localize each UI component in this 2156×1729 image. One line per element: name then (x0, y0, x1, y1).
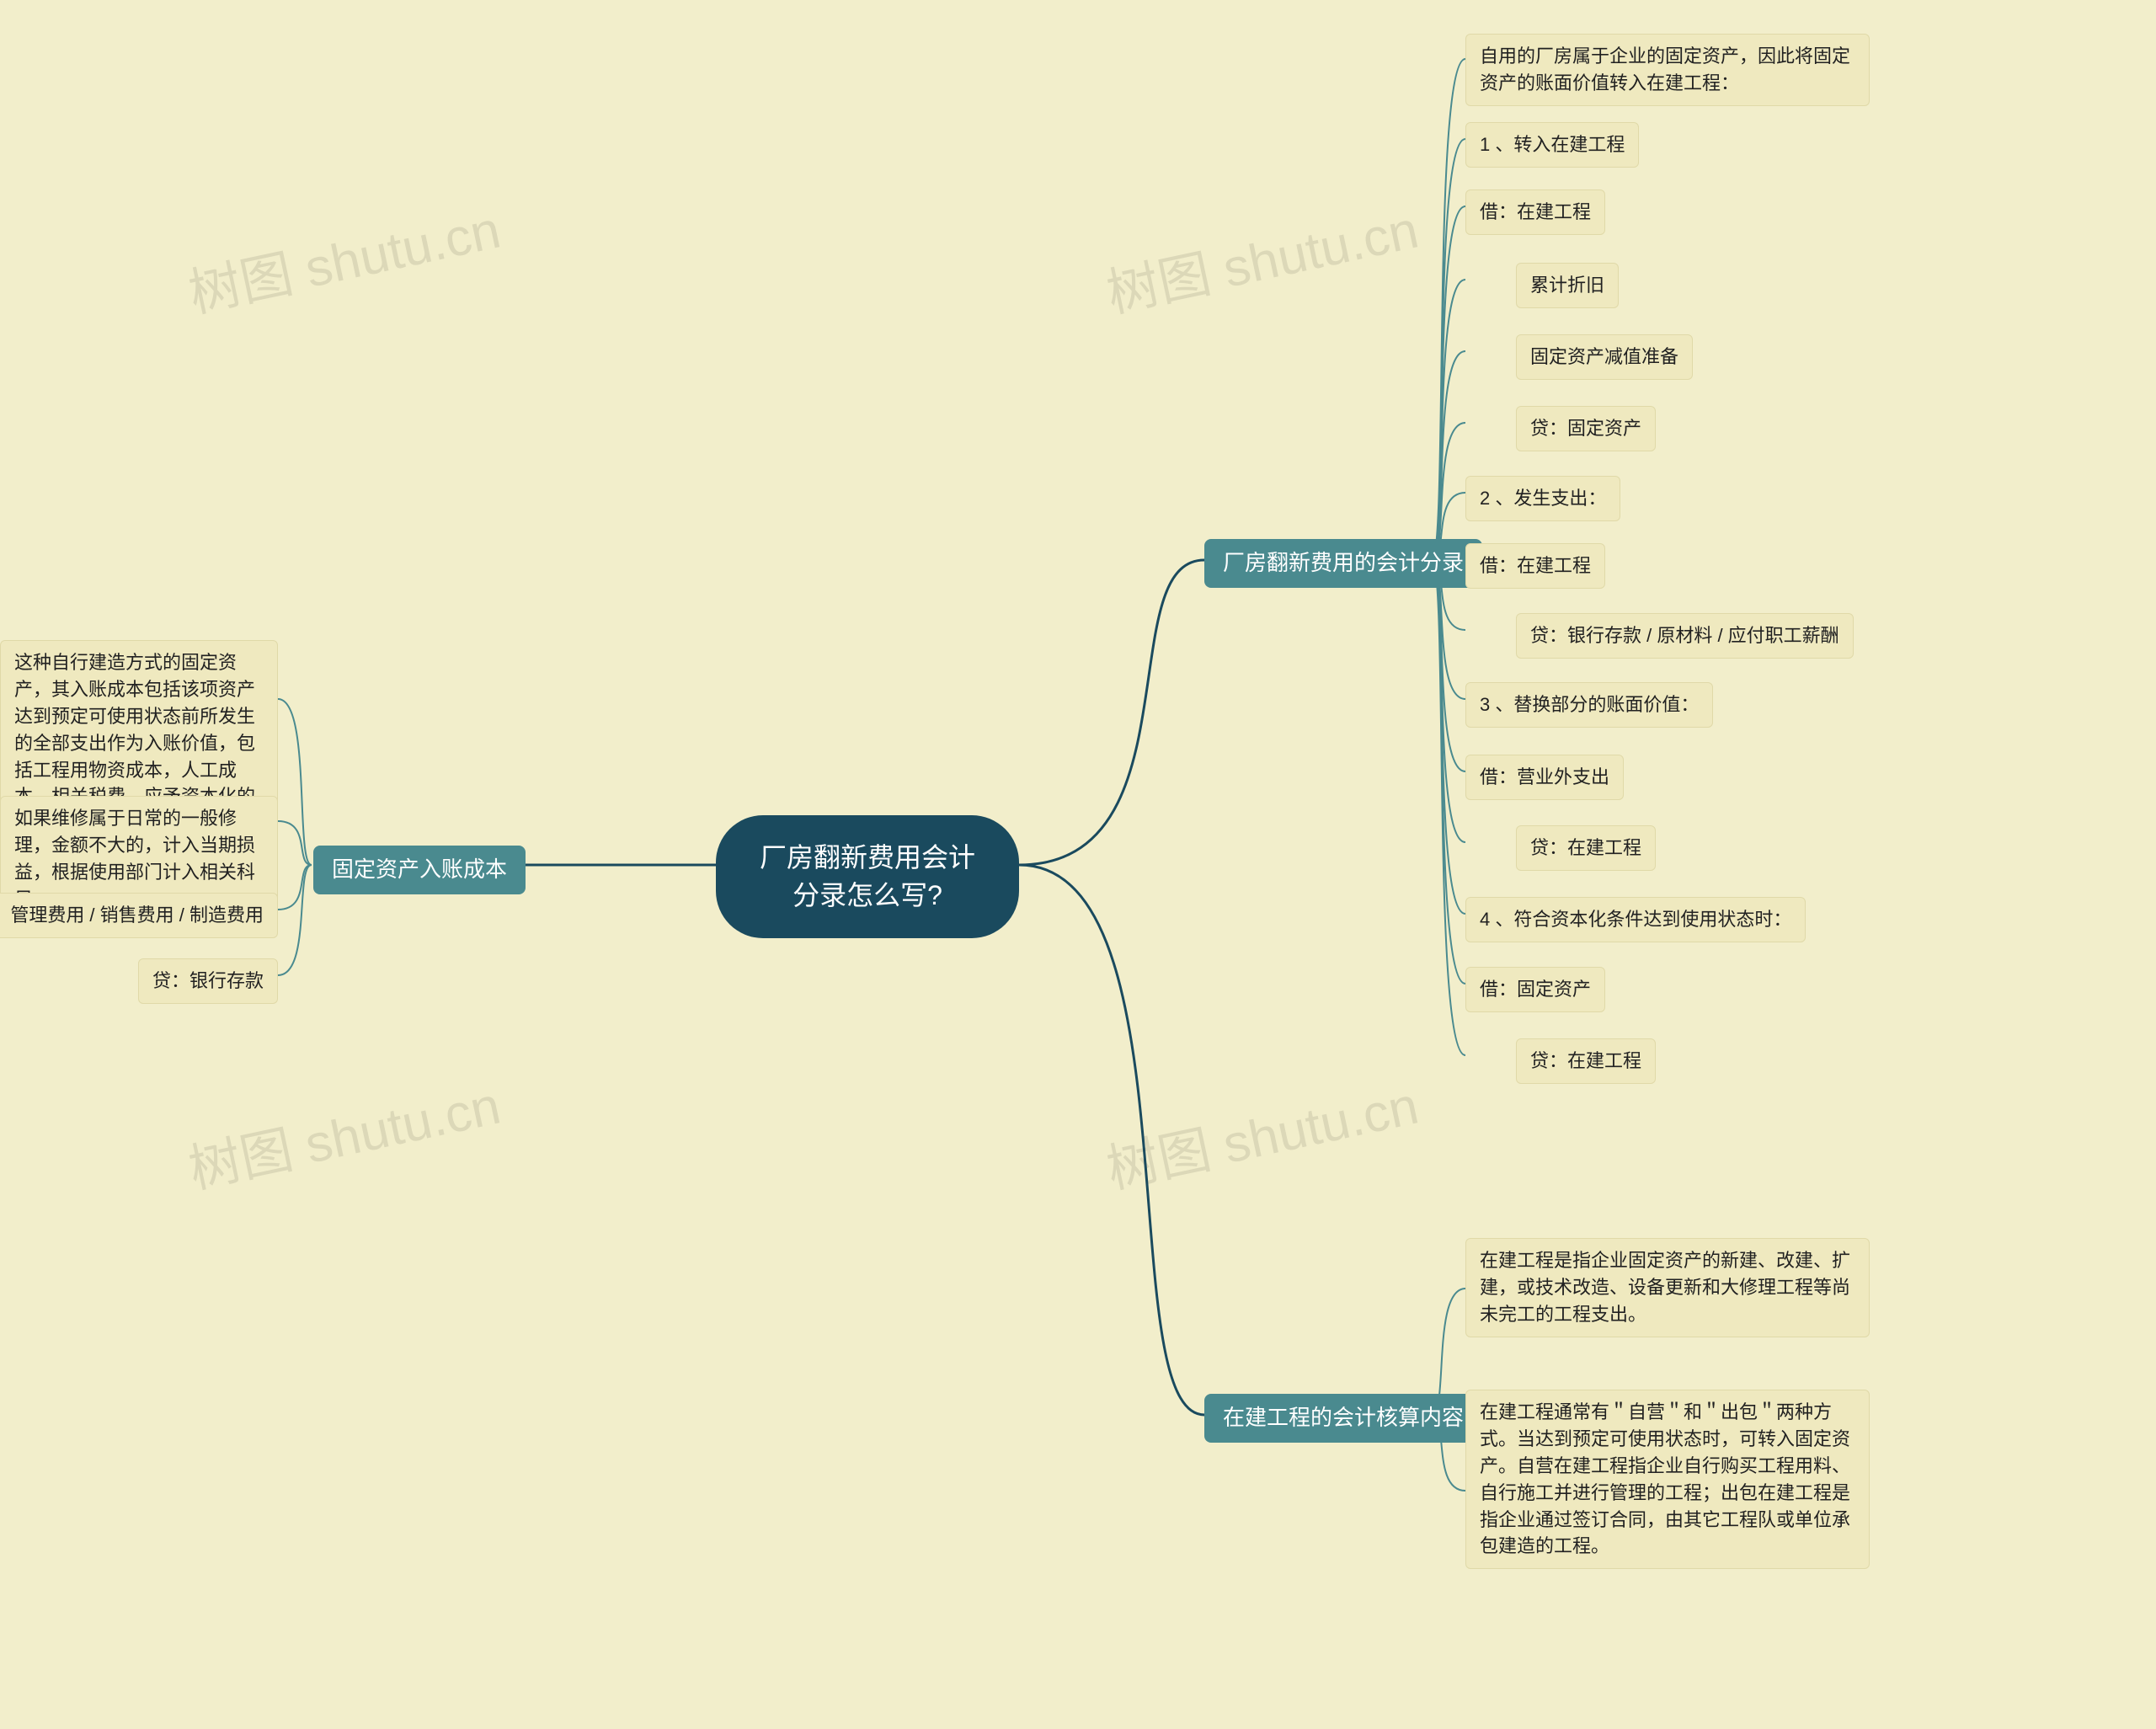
leaf-b1-08[interactable]: 借：在建工程 (1465, 543, 1605, 589)
leaf-text: 贷：在建工程 (1530, 1050, 1641, 1071)
leaf-text: 贷：固定资产 (1530, 418, 1641, 439)
root-title: 厂房翻新费用会计分录怎么写? (760, 842, 975, 910)
leaf-text: 4 、符合资本化条件达到使用状态时： (1480, 909, 1791, 930)
leaf-text: 3 、替换部分的账面价值： (1480, 694, 1699, 715)
leaf-b1-01[interactable]: 自用的厂房属于企业的固定资产，因此将固定资产的账面价值转入在建工程： (1465, 34, 1870, 106)
leaf-text: 借：在建工程 (1480, 555, 1591, 576)
leaf-text: 在建工程通常有＂自营＂和＂出包＂两种方式。当达到预定可使用状态时，可转入固定资产… (1480, 1401, 1850, 1556)
leaf-b1-09[interactable]: 贷：银行存款 / 原材料 / 应付职工薪酬 (1516, 613, 1854, 659)
leaf-b1-03[interactable]: 借：在建工程 (1465, 189, 1605, 235)
watermark: 树图 shutu.cn (1099, 1063, 1424, 1203)
leaf-b1-13[interactable]: 4 、符合资本化条件达到使用状态时： (1465, 897, 1806, 942)
watermark: 树图 shutu.cn (181, 187, 506, 327)
leaf-b3-03[interactable]: 借：管理费用 / 销售费用 / 制造费用 (0, 893, 278, 938)
leaf-b1-14[interactable]: 借：固定资产 (1465, 967, 1605, 1012)
leaf-text: 2 、发生支出： (1480, 488, 1606, 509)
watermark: 树图 shutu.cn (181, 1063, 506, 1203)
leaf-text: 借：管理费用 / 销售费用 / 制造费用 (0, 905, 264, 926)
leaf-b1-10[interactable]: 3 、替换部分的账面价值： (1465, 682, 1713, 728)
leaf-b2-02[interactable]: 在建工程通常有＂自营＂和＂出包＂两种方式。当达到预定可使用状态时，可转入固定资产… (1465, 1390, 1870, 1569)
branch-label: 固定资产入账成本 (332, 856, 507, 882)
leaf-b1-12[interactable]: 贷：在建工程 (1516, 825, 1656, 871)
leaf-text: 1 、转入在建工程 (1480, 134, 1625, 155)
leaf-b2-01[interactable]: 在建工程是指企业固定资产的新建、改建、扩建，或技术改造、设备更新和大修理工程等尚… (1465, 1238, 1870, 1337)
branch-label: 在建工程的会计核算内容 (1223, 1405, 1464, 1430)
leaf-text: 贷：银行存款 (152, 970, 264, 991)
leaf-b3-04[interactable]: 贷：银行存款 (138, 958, 278, 1004)
leaf-text: 借：营业外支出 (1480, 766, 1609, 787)
leaf-text: 贷：银行存款 / 原材料 / 应付职工薪酬 (1530, 625, 1839, 646)
leaf-b1-02[interactable]: 1 、转入在建工程 (1465, 122, 1639, 168)
leaf-text: 累计折旧 (1530, 275, 1604, 296)
leaf-b1-11[interactable]: 借：营业外支出 (1465, 755, 1624, 800)
leaf-text: 在建工程是指企业固定资产的新建、改建、扩建，或技术改造、设备更新和大修理工程等尚… (1480, 1250, 1850, 1325)
leaf-b1-15[interactable]: 贷：在建工程 (1516, 1038, 1656, 1084)
branch-accounting-entries[interactable]: 厂房翻新费用的会计分录 (1204, 539, 1482, 588)
root-node[interactable]: 厂房翻新费用会计分录怎么写? (716, 815, 1019, 938)
leaf-b1-06[interactable]: 贷：固定资产 (1516, 406, 1656, 451)
leaf-text: 自用的厂房属于企业的固定资产，因此将固定资产的账面价值转入在建工程： (1480, 45, 1850, 93)
leaf-text: 固定资产减值准备 (1530, 346, 1678, 367)
leaf-b1-04[interactable]: 累计折旧 (1516, 263, 1619, 308)
branch-fixed-asset-cost[interactable]: 固定资产入账成本 (313, 846, 526, 894)
leaf-text: 贷：在建工程 (1530, 837, 1641, 858)
leaf-text: 借：在建工程 (1480, 201, 1591, 222)
watermark: 树图 shutu.cn (1099, 187, 1424, 327)
leaf-text: 借：固定资产 (1480, 979, 1591, 1000)
branch-construction-in-progress[interactable]: 在建工程的会计核算内容 (1204, 1394, 1482, 1443)
leaf-b1-07[interactable]: 2 、发生支出： (1465, 476, 1620, 521)
leaf-b1-05[interactable]: 固定资产减值准备 (1516, 334, 1693, 380)
branch-label: 厂房翻新费用的会计分录 (1223, 550, 1464, 575)
